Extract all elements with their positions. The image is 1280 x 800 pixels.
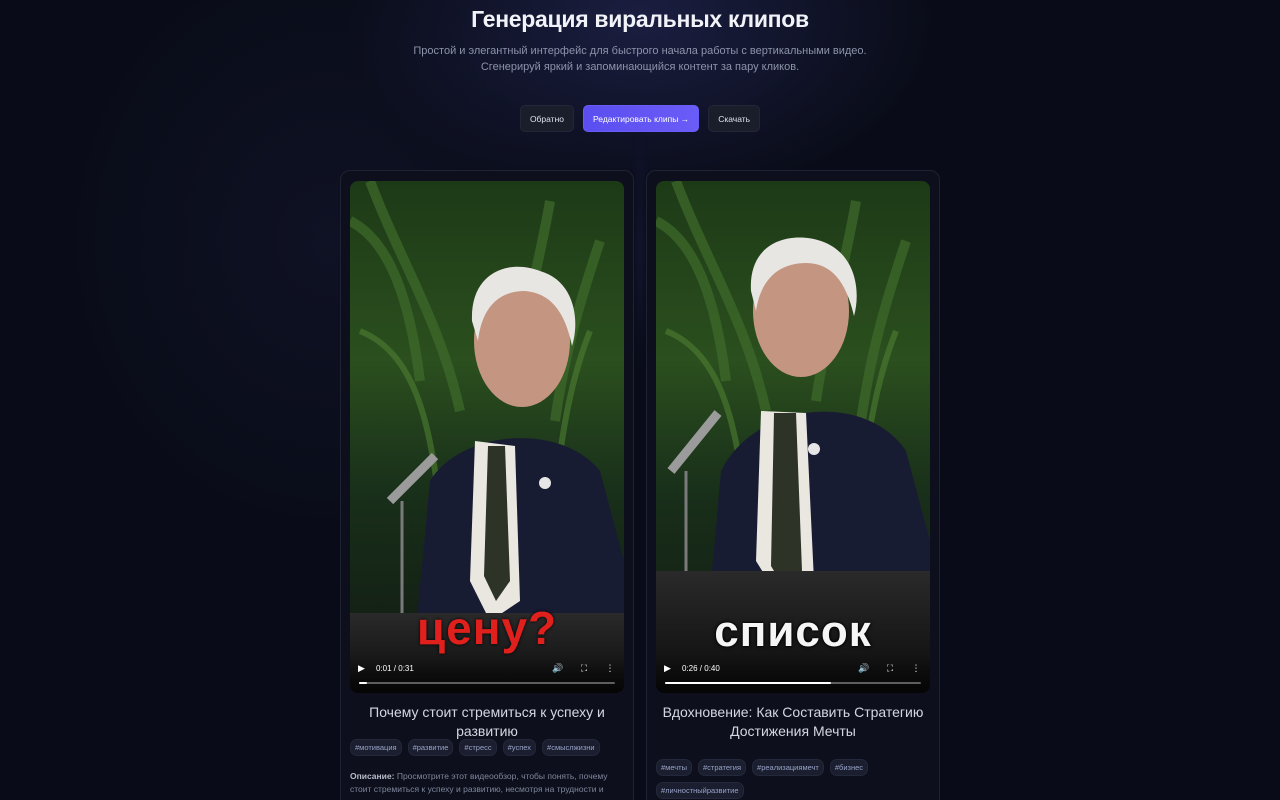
video-progress-fill [359,682,367,684]
more-options-icon[interactable]: ⋮ [910,663,922,674]
tag[interactable]: #смыслжизни [542,739,600,756]
description-label: Описание: [350,771,395,781]
tag-list: #мечты #стратегия #реализациямечт #бизне… [656,759,930,799]
tag[interactable]: #личностныйразвитие [656,782,744,799]
video-progress-bar[interactable] [665,682,921,684]
back-button[interactable]: Обратно [519,105,574,132]
page-title: Генерация виральных клипов [471,6,809,32]
video-controls: ▶ 0:26 / 0:40 🔊 ⛶ ⋮ [656,655,930,693]
tag[interactable]: #развитие [407,739,454,756]
page-subtitle: Простой и элегантный интерфейс для быстр… [0,43,1280,75]
more-options-icon[interactable]: ⋮ [604,663,616,674]
tag[interactable]: #мотивация [350,739,402,756]
fullscreen-icon[interactable]: ⛶ [578,663,590,674]
edit-clips-button[interactable]: Редактировать клипы → [583,105,700,132]
video-time: 0:26 / 0:40 [682,663,720,673]
volume-icon[interactable]: 🔊 [858,663,870,674]
video-time: 0:01 / 0:31 [376,663,414,673]
clip-card: список ▶ 0:26 / 0:40 🔊 ⛶ ⋮ Вдохновение: … [646,170,940,800]
page: Генерация виральных клипов Простой и эле… [0,0,1280,800]
action-bar: Обратно Редактировать клипы → Скачать [0,105,1280,132]
video-progress-fill [665,682,832,684]
tag[interactable]: #стратегия [697,759,747,776]
controls-row: ▶ 0:26 / 0:40 🔊 ⛶ ⋮ [664,661,922,675]
subtitle-caption: цену? [416,602,558,654]
background-glow [637,120,643,380]
controls-row: ▶ 0:01 / 0:31 🔊 ⛶ ⋮ [358,661,616,675]
volume-icon[interactable]: 🔊 [552,663,564,674]
clip-card: цену? ▶ 0:01 / 0:31 🔊 ⛶ ⋮ Почему стоит с… [340,170,634,800]
subtitle-caption: список [714,607,872,656]
subtitle-line-2: Сгенерируй яркий и запоминающийся контен… [480,61,800,73]
play-icon[interactable]: ▶ [358,663,370,674]
clip-description: Описание: Просмотрите этот видеообзор, ч… [350,770,624,800]
fullscreen-icon[interactable]: ⛶ [884,663,896,674]
tag[interactable]: #стресс [459,739,497,756]
tag[interactable]: #реализациямечт [752,759,824,776]
video-progress-bar[interactable] [359,682,615,684]
tag-list: #мотивация #развитие #стресс #успех #смы… [350,739,624,756]
clip-title: Почему стоит стремиться к успеху и разви… [369,704,605,739]
video-player[interactable]: цену? ▶ 0:01 / 0:31 🔊 ⛶ ⋮ [350,181,624,693]
clip-title: Вдохновение: Как Составить Стратегию Дос… [662,704,924,739]
tag[interactable]: #бизнес [829,759,869,776]
video-controls: ▶ 0:01 / 0:31 🔊 ⛶ ⋮ [350,655,624,693]
play-icon[interactable]: ▶ [664,663,676,674]
video-player[interactable]: список ▶ 0:26 / 0:40 🔊 ⛶ ⋮ [656,181,930,693]
tag[interactable]: #успех [502,739,537,756]
subtitle-line-1: Простой и элегантный интерфейс для быстр… [413,45,867,57]
tag[interactable]: #мечты [656,759,692,776]
download-button[interactable]: Скачать [708,105,761,132]
